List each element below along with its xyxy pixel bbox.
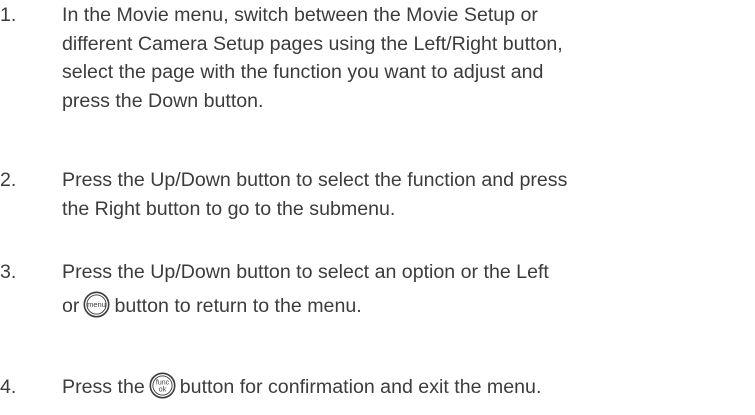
step-line: select the page with the function you wa…	[62, 61, 544, 83]
step-line: Press the Up/Down button to select an op…	[62, 261, 549, 283]
step-line-prefix: or	[62, 294, 80, 317]
step-line: Press the func ok button for confirmation a…	[62, 372, 755, 402]
step-line-prefix: Press the	[62, 376, 145, 398]
step-number: 4.	[0, 376, 17, 398]
step-text: Press the Up/Down button to select an op…	[62, 258, 755, 318]
step-line-suffix: button to return to the menu.	[114, 294, 362, 317]
func-ok-button-icon: func ok	[149, 372, 176, 399]
step-text: Press the func ok button for confirmation a…	[62, 372, 755, 402]
step-text: Press the Up/Down button to select the f…	[62, 166, 755, 223]
step-number: 2.	[0, 169, 17, 191]
menu-icon-label: menu	[88, 300, 107, 309]
instruction-document: 1. In the Movie menu, switch between the…	[0, 0, 755, 415]
step-text: In the Movie menu, switch between the Mo…	[62, 1, 755, 115]
step-line: In the Movie menu, switch between the Mo…	[62, 4, 538, 26]
menu-button-icon: menu	[83, 291, 110, 318]
step-line: different Camera Setup pages using the L…	[62, 32, 563, 55]
step-number: 1.	[0, 4, 17, 26]
step-number: 3.	[0, 261, 17, 283]
step-line: or menu button to return to the menu.	[62, 291, 755, 321]
step-line: Press the Up/Down button to select the f…	[62, 169, 568, 191]
func-icon-label: func	[156, 380, 170, 387]
step-line: press the Down button.	[62, 89, 264, 112]
step-line-suffix: button for confirmation and exit the men…	[179, 376, 542, 398]
ok-icon-label: ok	[159, 387, 167, 394]
step-line: the Right button to go to the submenu.	[62, 197, 396, 220]
